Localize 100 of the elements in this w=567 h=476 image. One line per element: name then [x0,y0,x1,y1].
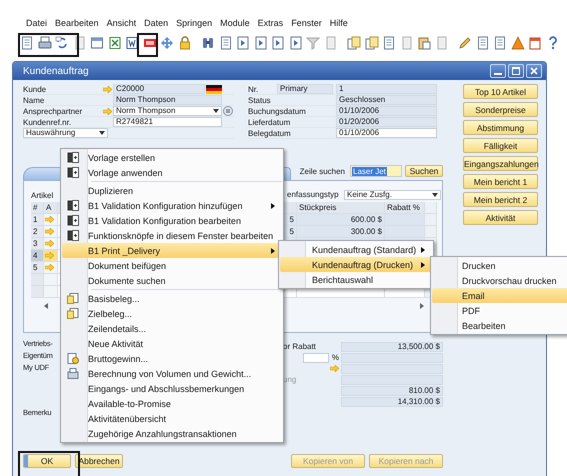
menu-item[interactable]: Available-to-Promise [62,396,282,411]
percent-field[interactable] [302,352,329,362]
row-number-cell[interactable]: 5 [31,262,44,274]
filter-icon[interactable] [306,36,320,50]
row-number-cell[interactable]: 4 [31,250,44,262]
row-number-cell[interactable] [31,274,44,286]
row-number-cell[interactable]: 1 [31,214,44,226]
pencil-icon[interactable] [458,36,472,50]
highlight-frame [18,33,79,57]
action-button[interactable]: Top 10 Artikel [463,84,538,99]
menu-item[interactable]: Bruttogewinn... [62,351,282,366]
menu-item[interactable]: Berichtauswahl [280,272,432,287]
menu-item[interactable]: Email [432,288,567,303]
menu-item[interactable]: Daten [144,16,168,30]
menu-item[interactable]: Duplizieren [62,183,282,198]
text-field[interactable]: R2749821 [113,117,222,127]
customer-field[interactable]: C20000 [113,84,205,94]
menu-item[interactable]: Hilfe [330,16,348,30]
first-record-icon[interactable] [236,36,250,50]
field-label: Ansprechpartner [23,106,84,116]
action-button[interactable]: Sonderpreise [463,102,538,117]
dropdown-caret-icon[interactable] [99,131,105,135]
row-number-cell[interactable]: 2 [31,226,44,238]
spreadsheet-icon[interactable] [108,36,122,50]
row-number-cell[interactable]: 3 [31,238,44,250]
calendar-icon[interactable] [528,36,542,50]
menu-item[interactable]: Ansicht [106,16,136,30]
menu-item[interactable]: Neue Aktivität [62,336,282,351]
scale-icon [67,368,79,379]
menu-item[interactable]: Funktionsknöpfe in diesem Fenster bearbeiten [62,228,282,243]
menu-item[interactable]: PDF [432,303,567,318]
next-record-icon[interactable] [271,36,285,50]
field-label: Name [23,96,46,104]
menu-item[interactable]: Zielbeleg... [62,306,282,321]
previous-record-icon[interactable] [254,36,268,50]
minimize-button[interactable] [490,64,506,78]
menu-item[interactable]: Springen [176,16,212,30]
currency-select[interactable]: Hauswährung [23,128,108,138]
action-button[interactable]: Eingangszahlungen [463,156,538,171]
binoculars-icon[interactable] [201,36,215,50]
action-button[interactable]: Fälligkeit [463,138,538,153]
pdf-icon[interactable] [142,36,156,50]
dropdown-caret-icon[interactable] [213,109,219,113]
menu-item[interactable]: B1 Validation Konfiguration hinzufügen [62,198,282,213]
menu-item[interactable]: B1 Validation Konfiguration bearbeiten [62,213,282,228]
warning-icon[interactable] [510,36,524,50]
action-button[interactable]: Mein bericht 2 [463,192,538,207]
field-label: Lieferdatum [248,118,292,126]
action-button[interactable]: Abstimmung [463,120,538,135]
menu-item[interactable]: Druckvorschau drucken [432,273,567,288]
clipboard-icon[interactable] [417,36,431,50]
menu-item[interactable]: Dokumente suchen [62,273,282,288]
menu-item[interactable]: Kundenauftrag (Drucken) [280,257,432,272]
amount-field: 13,500.00 $ [341,342,443,352]
menu-item[interactable]: Extras [258,16,284,30]
field-label: Nr. [248,84,260,94]
template-icon [67,200,79,211]
lock-icon[interactable] [178,36,192,50]
menu-item[interactable]: Zeilendetails... [62,321,282,336]
menu-item[interactable]: Berechnung von Volumen und Gewicht... [62,366,282,381]
list-button-icon[interactable] [223,106,233,116]
flag-icon [206,84,222,94]
text-field[interactable]: 01/10/2006 [336,128,437,138]
printer-icon[interactable] [38,36,52,50]
maximize-button[interactable] [508,64,524,78]
action-button[interactable]: Mein bericht 1 [463,174,538,189]
ok-button[interactable]: OK [23,454,71,468]
document-search-icon[interactable] [20,36,34,50]
menu-item[interactable]: Kundenauftrag (Standard) [280,242,432,257]
documents-icon[interactable] [347,36,361,50]
submenu-arrow-icon [271,248,275,254]
template-icon [67,152,79,163]
menu-item[interactable]: Module [220,16,250,30]
menu-item[interactable]: Vorlage erstellen [62,150,282,165]
menu-item[interactable]: Bearbeiten [55,16,99,30]
menu-item[interactable]: Eingangs- und Abschlussbemerkungen [62,381,282,396]
last-record-icon[interactable] [288,36,302,50]
document-gear-icon[interactable] [476,36,490,50]
search-button[interactable]: Suchen [405,165,443,177]
dropdown-caret-icon[interactable] [432,192,438,196]
menu-item[interactable]: Bearbeiten [432,318,567,333]
menu-item[interactable]: Zugehörige Anzahlungstransaktionen [62,426,282,441]
menu-item[interactable]: Basisbeleg... [62,291,282,306]
menu-item[interactable]: Aktivitätenübersicht [62,411,282,426]
menu-item[interactable]: Datei [26,16,48,30]
close-icon [530,67,538,75]
contact-select[interactable]: Norm Thompson [113,106,222,116]
menu-item[interactable]: Vorlage anwenden [62,165,282,180]
row-number-cell[interactable] [31,286,44,298]
action-button[interactable]: Aktivität [463,210,538,225]
close-icon-button[interactable] [526,64,542,78]
menu-item[interactable]: Fenster [291,16,322,30]
document-icon[interactable] [125,36,139,50]
search-field[interactable]: Laser Jet [350,165,402,177]
summary-type-select[interactable]: Keine Zusfg. [344,190,441,200]
documents-icon[interactable] [364,36,378,50]
refresh-icon[interactable] [55,36,69,50]
list-search-icon[interactable] [493,36,507,50]
menu-item[interactable]: Drucken [432,258,567,273]
menu-item[interactable]: Dokument beifügen [62,258,282,273]
